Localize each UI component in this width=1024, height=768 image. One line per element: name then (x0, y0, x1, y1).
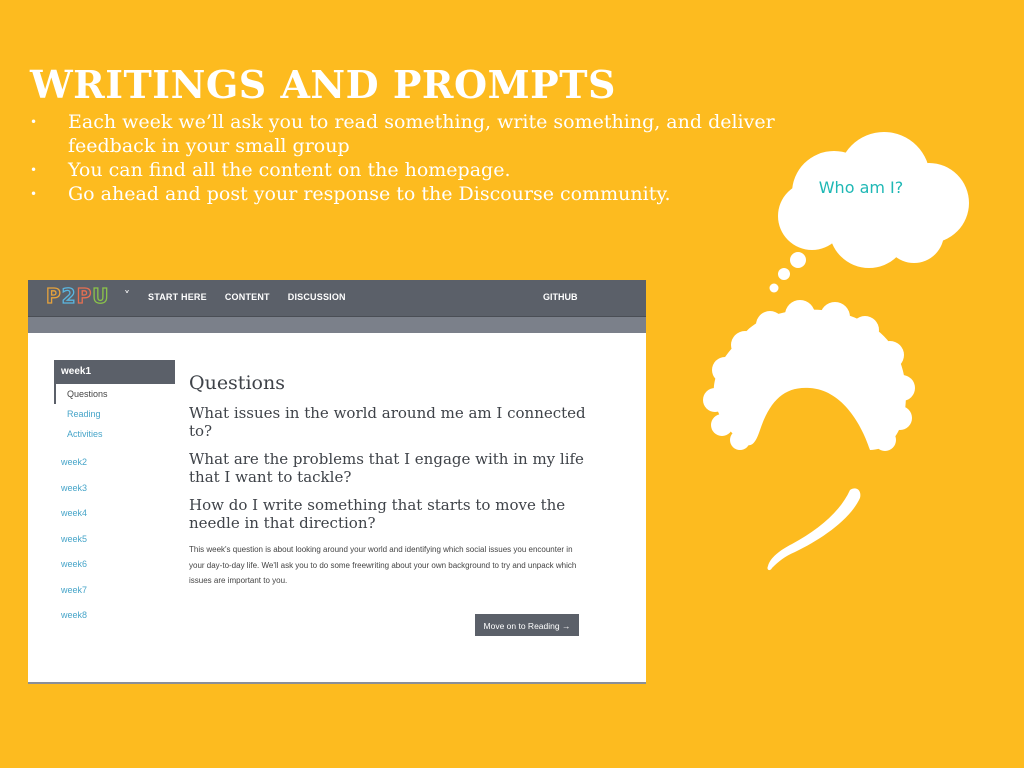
thought-bubble (769, 132, 969, 293)
page-heading: Questions (189, 372, 285, 394)
sidebar-item-week2[interactable]: week2 (54, 450, 175, 476)
main-content: Questions What issues in the world aroun… (189, 372, 589, 589)
bullet-item: • You can find all the content on the hom… (30, 158, 790, 182)
bullet-text: Go ahead and post your response to the D… (68, 183, 671, 205)
bullet-list: • Each week we’ll ask you to read somethi… (30, 110, 790, 206)
bullet-text: Each week we’ll ask you to read somethin… (68, 111, 775, 157)
website-screenshot: P2PU ˅ START HERE CONTENT DISCUSSION GIT… (28, 280, 646, 682)
move-on-to-reading-button[interactable]: Move on to Reading → (475, 614, 579, 636)
bullet-dot: • (30, 187, 38, 201)
sub-header-bar (28, 317, 646, 333)
bullet-item: • Each week we’ll ask you to read somethi… (30, 110, 790, 158)
sidebar-item-week7[interactable]: week7 (54, 578, 175, 604)
nav-start-here[interactable]: START HERE (148, 292, 207, 302)
bullet-dot: • (30, 163, 38, 177)
question-heading: How do I write something that starts to … (189, 496, 566, 532)
p2pu-logo[interactable]: P2PU (45, 283, 110, 308)
sidebar-item-week4[interactable]: week4 (54, 501, 175, 527)
sidebar-item-week5[interactable]: week5 (54, 527, 175, 553)
body-paragraph: This week's question is about looking ar… (189, 545, 577, 585)
logo-letter: 2 (61, 283, 77, 308)
question-heading: What are the problems that I engage with… (189, 450, 584, 486)
nav-github[interactable]: GITHUB (543, 292, 578, 302)
bullet-dot: • (30, 115, 38, 129)
nav-content[interactable]: CONTENT (225, 292, 270, 302)
sidebar-subitem-questions[interactable]: Questions (54, 384, 175, 404)
bullet-item: • Go ahead and post your response to the … (30, 182, 790, 206)
sidebar-subitem-reading[interactable]: Reading (54, 404, 175, 424)
sidebar-item-week3[interactable]: week3 (54, 476, 175, 502)
bubble-text: Who am I? (818, 178, 904, 197)
week-sidebar: week1 Questions Reading Activities week2… (54, 360, 175, 629)
sidebar-item-week8[interactable]: week8 (54, 603, 175, 629)
main-nav: START HERE CONTENT DISCUSSION (148, 292, 346, 302)
logo-letter: U (92, 283, 110, 308)
chevron-down-icon[interactable]: ˅ (124, 289, 130, 303)
nav-discussion[interactable]: DISCUSSION (288, 292, 346, 302)
logo-letter: P (45, 283, 62, 308)
slide-title: WRITINGS AND PROMPTS (30, 62, 616, 107)
logo-letter: P (76, 283, 93, 308)
sidebar-item-week1[interactable]: week1 (54, 360, 175, 384)
question-heading: What issues in the world around me am I … (189, 404, 586, 440)
sidebar-item-week6[interactable]: week6 (54, 552, 175, 578)
top-nav-bar: P2PU ˅ START HERE CONTENT DISCUSSION GIT… (28, 280, 646, 317)
bullet-text: You can find all the content on the home… (68, 159, 511, 181)
sidebar-subitem-activities[interactable]: Activities (54, 424, 175, 444)
head-silhouette-icon (703, 300, 915, 571)
